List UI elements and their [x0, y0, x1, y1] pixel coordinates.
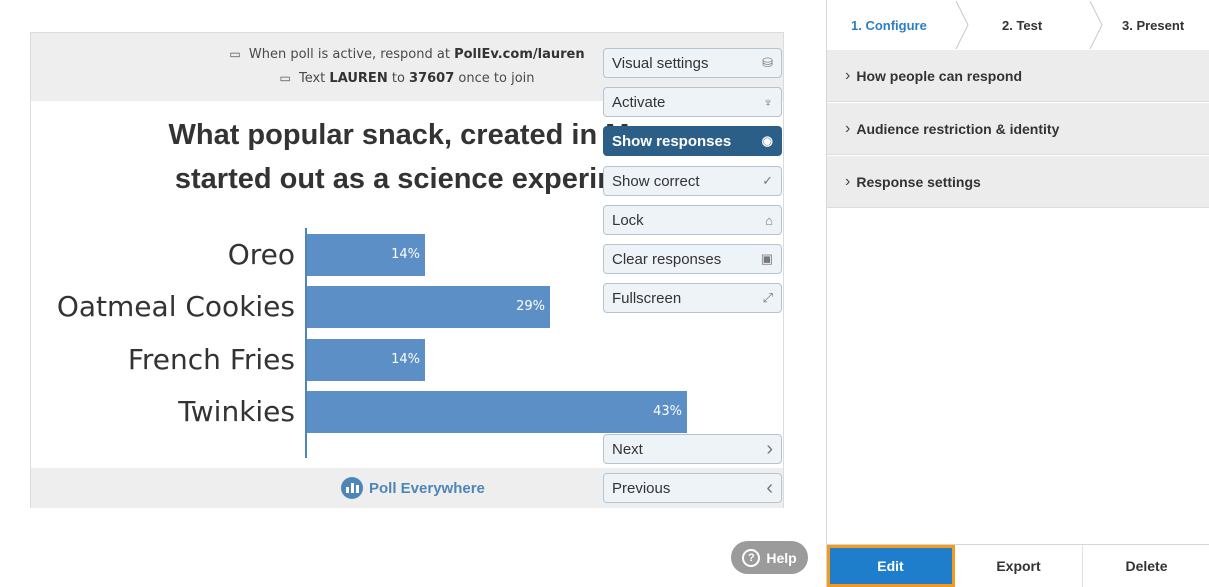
previous-button[interactable]: Previous ‹ — [603, 473, 782, 503]
show-correct-button[interactable]: Show correct ✓ — [603, 166, 782, 196]
bar-value-label: 43% — [653, 404, 682, 419]
join-web-prefix: When poll is active, respond at — [248, 47, 450, 62]
monitor-icon: ▭ — [229, 47, 241, 61]
control-label: Activate — [612, 93, 666, 111]
settings-panel: 1. Configure 2. Test 3. Present › How pe… — [826, 0, 1209, 587]
join-number: 37607 — [409, 71, 455, 86]
paint-bucket-icon: ⛁ — [762, 55, 773, 70]
step-separator — [955, 0, 969, 50]
category-label: French Fries — [127, 343, 295, 376]
accordion-label: Audience restriction & identity — [856, 120, 1060, 137]
tab-test[interactable]: 2. Test — [1002, 0, 1042, 50]
lock-button[interactable]: Lock ⌂ — [603, 205, 782, 235]
show-responses-button[interactable]: Show responses ◉ — [603, 126, 782, 156]
delete-button[interactable]: Delete — [1083, 545, 1209, 587]
join-sms-prefix: Text — [298, 71, 326, 86]
join-sms-mid: to — [391, 71, 405, 86]
chevron-right-icon: › — [766, 437, 773, 460]
category-label: Oatmeal Cookies — [56, 290, 295, 323]
poll-everywhere-logo-icon — [341, 477, 363, 499]
control-label: Previous — [612, 479, 671, 497]
step-navigation: 1. Configure 2. Test 3. Present — [827, 0, 1209, 50]
help-label: Help — [766, 549, 797, 566]
eye-icon: ◉ — [761, 133, 773, 148]
next-button[interactable]: Next › — [603, 434, 782, 464]
activate-button[interactable]: Activate ♆ — [603, 87, 782, 117]
fullscreen-icon: ⤢ — [762, 290, 773, 305]
bar-value-label: 14% — [391, 352, 420, 367]
sms-icon: ▭ — [279, 71, 291, 85]
accordion-how-people-can-respond[interactable]: › How people can respond — [827, 50, 1209, 102]
accordion-label: Response settings — [856, 173, 981, 190]
category-label: Twinkies — [178, 395, 295, 428]
trash-icon: ▣ — [760, 251, 773, 266]
control-label: Lock — [612, 211, 644, 229]
control-label: Show correct — [612, 172, 700, 190]
accordion-response-settings[interactable]: › Response settings — [827, 156, 1209, 208]
control-label: Fullscreen — [612, 289, 682, 307]
chevron-right-icon: › — [845, 172, 851, 190]
category-label: Oreo — [227, 238, 295, 271]
check-icon: ✓ — [762, 173, 773, 188]
brand-name: Poll Everywhere — [369, 479, 485, 497]
join-code: LAUREN — [329, 71, 388, 86]
broadcast-icon: ♆ — [763, 94, 773, 110]
visual-settings-button[interactable]: Visual settings ⛁ — [603, 48, 782, 78]
bar-value-label: 14% — [391, 247, 420, 262]
tab-configure[interactable]: 1. Configure — [851, 0, 927, 50]
help-button[interactable]: ? Help — [731, 541, 808, 574]
join-url: PollEv.com/lauren — [454, 47, 585, 62]
join-sms-suffix: once to join — [458, 71, 535, 86]
chevron-right-icon: › — [845, 66, 851, 84]
control-label: Next — [612, 440, 643, 458]
step-separator — [1089, 0, 1103, 50]
chevron-right-icon: › — [845, 119, 851, 137]
fullscreen-button[interactable]: Fullscreen ⤢ — [603, 283, 782, 313]
control-label: Clear responses — [612, 250, 722, 268]
chevron-left-icon: ‹ — [766, 476, 773, 499]
accordion-audience-restriction[interactable]: › Audience restriction & identity — [827, 103, 1209, 155]
lock-icon: ⌂ — [765, 212, 773, 228]
export-button[interactable]: Export — [955, 545, 1083, 587]
control-label: Show responses — [612, 132, 732, 150]
edit-button[interactable]: Edit — [827, 545, 955, 587]
action-bar: Edit Export Delete — [827, 544, 1209, 587]
bar-value-label: 29% — [516, 299, 545, 314]
clear-responses-button[interactable]: Clear responses ▣ — [603, 244, 782, 274]
question-mark-icon: ? — [742, 548, 761, 567]
accordion-label: How people can respond — [856, 67, 1023, 84]
control-label: Visual settings — [612, 54, 709, 72]
tab-present[interactable]: 3. Present — [1122, 0, 1184, 50]
poll-everywhere-logo: Poll Everywhere — [341, 477, 485, 499]
